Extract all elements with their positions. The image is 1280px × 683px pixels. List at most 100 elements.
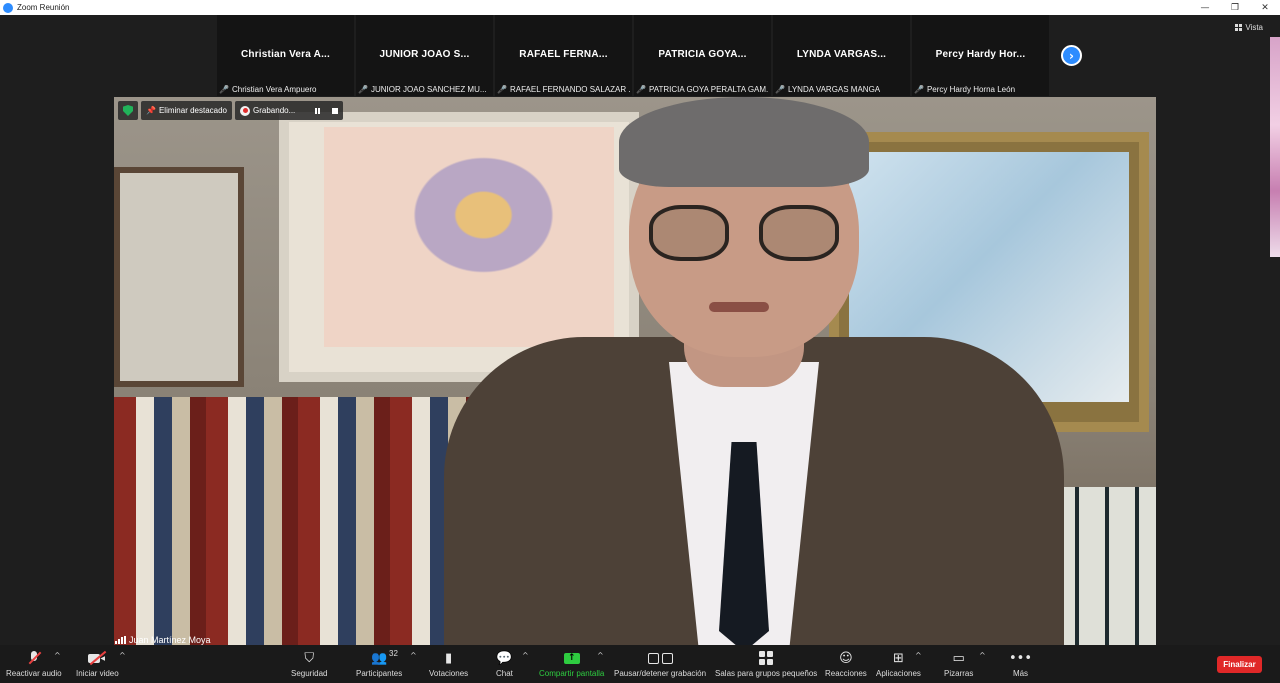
window-controls: — ❐ ✕ xyxy=(1190,0,1280,15)
pause-stop-recording-button[interactable]: Pausar/detener grabación xyxy=(614,649,706,678)
participant-name-label: 🎤 PATRICIA GOYA PERALTA GAM... xyxy=(636,85,769,94)
participant-tile[interactable]: Percy Hardy Hor... 🎤 Percy Hardy Horna Le… xyxy=(912,15,1049,96)
pause-stop-icon xyxy=(647,652,673,664)
participant-display-name: RAFAEL FERNA... xyxy=(519,49,608,60)
unpin-label: Eliminar destacado xyxy=(158,106,228,115)
share-screen-button[interactable]: ↑ Compartir pantalla xyxy=(539,649,604,678)
participant-name-label: 🎤 JUNIOR JOAO SANCHEZ MU... xyxy=(358,85,491,94)
stop-recording-icon[interactable] xyxy=(332,107,339,114)
participant-tile[interactable]: RAFAEL FERNA... 🎤 RAFAEL FERNANDO SALAZAR… xyxy=(495,15,632,96)
whiteboards-chevron-icon[interactable]: ^ xyxy=(979,651,986,660)
polls-button[interactable]: ▮ Votaciones xyxy=(429,649,469,679)
participant-full-name: LYNDA VARGAS MANGA xyxy=(787,85,881,94)
unpin-button[interactable]: 📌 Eliminar destacado xyxy=(141,101,233,120)
chat-chevron-icon[interactable]: ^ xyxy=(522,651,529,660)
reactions-label: Reacciones xyxy=(825,669,867,678)
chat-button[interactable]: 💬 Chat xyxy=(496,649,513,679)
video-toolbar: 📌 Eliminar destacado Grabando... xyxy=(118,101,344,120)
more-label: Más xyxy=(1012,669,1029,678)
recording-indicator: Grabando... xyxy=(235,101,344,120)
mic-muted-icon: 🎤 xyxy=(497,85,507,94)
mic-muted-icon: 🎤 xyxy=(775,85,785,94)
mic-muted-icon: 🎤 xyxy=(219,85,229,94)
polls-label: Votaciones xyxy=(429,669,469,678)
recording-label: Grabando... xyxy=(253,106,296,115)
title-bar: Zoom Reunión — ❐ ✕ xyxy=(0,0,1280,15)
share-screen-label: Compartir pantalla xyxy=(539,669,605,678)
video-options-chevron-icon[interactable]: ^ xyxy=(119,651,126,660)
unmute-label: Reactivar audio xyxy=(6,669,62,678)
camera-off-icon xyxy=(88,650,107,666)
whiteboards-label: Pizarras xyxy=(944,669,974,678)
whiteboards-button[interactable]: ▭ Pizarras xyxy=(944,649,974,679)
mic-muted-icon xyxy=(27,650,42,666)
window-title: Zoom Reunión xyxy=(17,3,70,12)
recording-icon xyxy=(240,105,251,116)
connection-signal-icon xyxy=(115,636,126,644)
encryption-shield-button[interactable] xyxy=(118,101,138,120)
whiteboard-icon: ▭ xyxy=(952,650,965,666)
security-label: Seguridad xyxy=(291,669,328,678)
zoom-logo-icon xyxy=(3,2,13,13)
participant-name-label: 🎤 LYNDA VARGAS MANGA xyxy=(775,85,908,94)
participant-name-label: 🎤 RAFAEL FERNANDO SALAZAR ... xyxy=(497,85,630,94)
participants-icon: 👥 xyxy=(371,650,388,666)
participants-chevron-icon[interactable]: ^ xyxy=(410,651,417,660)
video-frame-left xyxy=(114,167,244,387)
shield-icon xyxy=(123,105,133,116)
participant-name-label: 🎤 Christian Vera Ampuero xyxy=(219,85,352,94)
participant-full-name: JUNIOR JOAO SANCHEZ MU... xyxy=(370,85,487,94)
desktop-background-strip xyxy=(1270,37,1280,257)
participants-count: 32 xyxy=(389,649,398,658)
participant-tile[interactable]: PATRICIA GOYA... 🎤 PATRICIA GOYA PERALTA … xyxy=(634,15,771,96)
mic-muted-icon: 🎤 xyxy=(914,85,924,94)
participant-full-name: Percy Hardy Horna León xyxy=(926,85,1016,94)
apps-chevron-icon[interactable]: ^ xyxy=(915,651,922,660)
more-button[interactable]: ••• Más xyxy=(1009,649,1033,679)
pause-recording-icon[interactable] xyxy=(315,107,321,114)
meeting-stage: Vista Christian Vera A... 🎤 Christian Ver… xyxy=(0,15,1280,645)
speaker-figure xyxy=(444,97,1064,645)
participant-display-name: JUNIOR JOAO S... xyxy=(379,49,470,60)
breakout-rooms-button[interactable]: Salas para grupos pequeños xyxy=(715,649,817,678)
next-page-arrow-icon[interactable]: › xyxy=(1061,45,1082,66)
participant-tile[interactable]: Christian Vera A... 🎤 Christian Vera Ampu… xyxy=(217,15,354,96)
security-button[interactable]: ⛉ Seguridad xyxy=(291,649,328,679)
end-meeting-button[interactable]: Finalizar xyxy=(1217,656,1262,673)
close-button[interactable]: ✕ xyxy=(1250,0,1280,15)
speaker-name-tag: Juan Martínez Moya xyxy=(115,635,211,645)
share-chevron-icon[interactable]: ^ xyxy=(597,651,604,660)
participant-tile[interactable]: LYNDA VARGAS... 🎤 LYNDA VARGAS MANGA xyxy=(773,15,910,96)
participant-display-name: PATRICIA GOYA... xyxy=(658,49,747,60)
pause-stop-recording-label: Pausar/detener grabación xyxy=(614,669,707,678)
participant-filmstrip: Christian Vera A... 🎤 Christian Vera Ampu… xyxy=(217,15,1049,96)
participant-display-name: Percy Hardy Hor... xyxy=(935,49,1026,60)
participant-full-name: Christian Vera Ampuero xyxy=(231,85,317,94)
view-button-label: Vista xyxy=(1245,23,1263,32)
more-dots-icon: ••• xyxy=(1009,650,1033,666)
meeting-toolbar: Reactivar audio ^ Iniciar video ^ ⛉ Segu… xyxy=(0,645,1280,683)
speaker-video[interactable]: 📌 Eliminar destacado Grabando... xyxy=(114,97,1156,645)
restore-button[interactable]: ❐ xyxy=(1220,0,1250,15)
participant-name-label: 🎤 Percy Hardy Horna León xyxy=(914,85,1047,94)
start-video-label: Iniciar video xyxy=(76,669,119,678)
participant-display-name: Christian Vera A... xyxy=(240,49,330,60)
speaker-name: Juan Martínez Moya xyxy=(129,635,211,645)
participant-full-name: PATRICIA GOYA PERALTA GAM... xyxy=(648,85,769,94)
apps-label: Aplicaciones xyxy=(876,669,921,678)
apps-icon: ⊞ xyxy=(893,650,904,666)
reactions-button[interactable]: ☺ Reacciones xyxy=(825,649,867,679)
share-screen-icon: ↑ xyxy=(563,652,580,664)
polls-chart-icon: ▮ xyxy=(444,650,453,666)
participants-label: Participantes xyxy=(356,669,403,678)
participant-display-name: LYNDA VARGAS... xyxy=(796,49,887,60)
reactions-smiley-icon: ☺ xyxy=(839,650,853,666)
audio-options-chevron-icon[interactable]: ^ xyxy=(54,651,61,660)
participant-tile[interactable]: JUNIOR JOAO S... 🎤 JUNIOR JOAO SANCHEZ MU… xyxy=(356,15,493,96)
start-video-button[interactable]: Iniciar video xyxy=(76,649,119,678)
pin-icon: 📌 xyxy=(146,106,156,115)
chat-label: Chat xyxy=(496,669,513,678)
view-button[interactable]: Vista xyxy=(1235,23,1263,32)
minimize-button[interactable]: — xyxy=(1190,0,1220,15)
breakout-rooms-label: Salas para grupos pequeños xyxy=(715,669,818,678)
